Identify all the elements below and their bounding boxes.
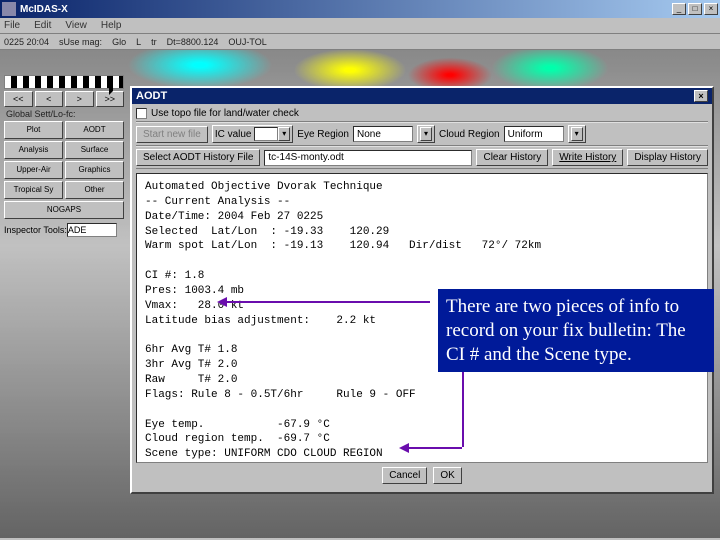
- cloud-region-label: Cloud Region: [439, 129, 500, 140]
- app-icon: [2, 2, 16, 16]
- nogaps-button[interactable]: NOGAPS: [4, 201, 124, 219]
- clear-history-button[interactable]: Clear History: [476, 149, 548, 166]
- info-6: OUJ-TOL: [228, 37, 266, 47]
- eye-region-dropdown[interactable]: ▾: [417, 125, 435, 143]
- inspector-label: Inspector Tools:: [4, 225, 67, 235]
- left-controls: << < > >> Global Sett/Lo-fc: Plot AODT A…: [4, 75, 124, 237]
- graphics-button[interactable]: Graphics: [65, 161, 124, 179]
- inspector-input[interactable]: [67, 223, 117, 237]
- cloud-region-field: Uniform: [504, 126, 564, 142]
- eye-region-field: None: [353, 126, 413, 142]
- aodt-button[interactable]: AODT: [65, 121, 124, 139]
- dialog-close-button[interactable]: ×: [694, 90, 708, 102]
- display-history-button[interactable]: Display History: [627, 149, 708, 166]
- cancel-button[interactable]: Cancel: [382, 467, 427, 484]
- dialog-titlebar: AODT ×: [132, 88, 712, 104]
- info-row: 0225 20:04 sUse mag: Glo L tr Dt=8800.12…: [0, 34, 720, 50]
- eye-region-label: Eye Region: [297, 129, 349, 140]
- nav-first-button[interactable]: <<: [4, 91, 33, 107]
- analysis-button[interactable]: Analysis: [4, 141, 63, 159]
- surface-button[interactable]: Surface: [65, 141, 124, 159]
- nav-prev-button[interactable]: <: [35, 91, 64, 107]
- menubar: File Edit View Help: [0, 18, 720, 34]
- upperair-button[interactable]: Upper-Air: [4, 161, 63, 179]
- color-bar[interactable]: [4, 75, 124, 89]
- minimize-button[interactable]: _: [672, 3, 686, 15]
- menu-file[interactable]: File: [4, 20, 20, 31]
- app-title: McIDAS-X: [20, 4, 670, 15]
- nav-next-button[interactable]: >: [65, 91, 94, 107]
- menu-edit[interactable]: Edit: [34, 20, 51, 31]
- ic-value-combo[interactable]: IC value ▾: [212, 125, 293, 143]
- other-button[interactable]: Other: [65, 181, 124, 199]
- start-new-file-button[interactable]: Start new file: [136, 126, 208, 143]
- annotation-note: There are two pieces of info to record o…: [438, 289, 714, 372]
- dialog-title: AODT: [136, 90, 167, 102]
- info-4: tr: [151, 37, 157, 47]
- info-5: Dt=8800.124: [167, 37, 219, 47]
- annotation-arrow-scene: [407, 447, 462, 449]
- app-titlebar: McIDAS-X _ □ ×: [0, 0, 720, 18]
- plot-button[interactable]: Plot: [4, 121, 63, 139]
- maximize-button[interactable]: □: [688, 3, 702, 15]
- info-3: L: [136, 37, 141, 47]
- topo-checkbox[interactable]: [136, 108, 147, 119]
- select-history-button[interactable]: Select AODT History File: [136, 149, 260, 166]
- annotation-arrow-ci: [225, 301, 430, 303]
- info-time: 0225 20:04: [4, 37, 49, 47]
- ok-button[interactable]: OK: [433, 467, 461, 484]
- info-mag: sUse mag:: [59, 37, 102, 47]
- global-label: Global Sett/Lo-fc:: [6, 109, 124, 119]
- menu-view[interactable]: View: [65, 20, 87, 31]
- history-file-field: tc-14S-monty.odt: [264, 150, 472, 166]
- info-2: Glo: [112, 37, 126, 47]
- tropical-button[interactable]: Tropical Sy: [4, 181, 63, 199]
- topo-label: Use topo file for land/water check: [151, 108, 299, 119]
- menu-help[interactable]: Help: [101, 20, 122, 31]
- close-button[interactable]: ×: [704, 3, 718, 15]
- cloud-region-dropdown[interactable]: ▾: [568, 125, 586, 143]
- write-history-button[interactable]: Write History: [552, 149, 623, 166]
